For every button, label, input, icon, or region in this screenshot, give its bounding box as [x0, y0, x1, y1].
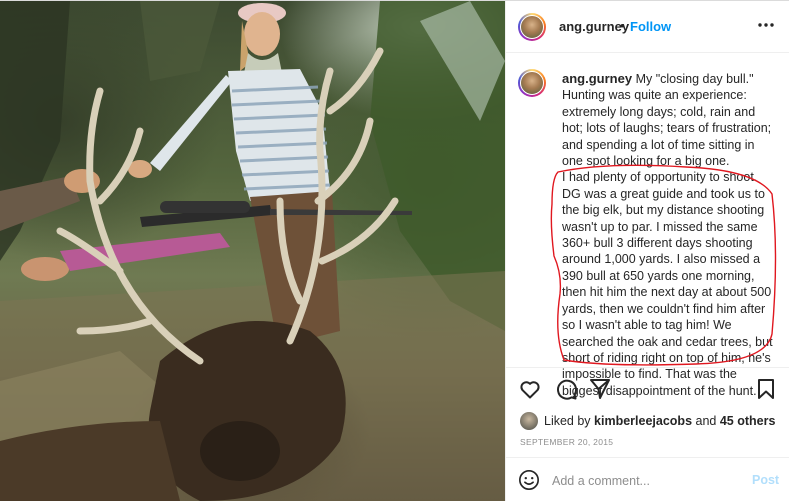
caption-username[interactable]: ang.gurney [562, 71, 632, 86]
instagram-post-window: ang.gurney • Follow ang.gurney My "closi… [0, 0, 789, 501]
liker-avatar[interactable] [520, 412, 538, 430]
caption-avatar[interactable] [518, 69, 546, 97]
likes-and: and [695, 414, 717, 428]
post-date[interactable]: SEPTEMBER 20, 2015 [520, 437, 613, 447]
header-username[interactable]: ang.gurney [559, 19, 629, 34]
bookmark-icon[interactable] [754, 377, 778, 401]
post-photo[interactable] [0, 1, 505, 501]
likes-text: Liked by kimberleejacobs and 45 others [544, 414, 775, 428]
comment-input[interactable] [552, 472, 732, 490]
emoji-icon[interactable] [518, 469, 540, 491]
caption-text: ang.gurney My "closing day bull." Huntin… [562, 71, 774, 399]
follow-button[interactable]: Follow [630, 19, 671, 34]
heart-icon[interactable] [518, 377, 542, 401]
hunting-photo-illustration [0, 1, 505, 501]
avatar[interactable] [518, 13, 546, 41]
comment-icon[interactable] [554, 377, 578, 401]
action-bar [506, 369, 789, 409]
caption-body-1: My "closing day bull." Hunting was quite… [562, 72, 772, 169]
likes-row: Liked by kimberleejacobs and 45 others [520, 411, 780, 431]
caption-body-2: I had plenty of opportunity to shoot. DG… [562, 170, 773, 398]
more-horizontal-icon[interactable] [756, 15, 776, 35]
post-side-panel: ang.gurney • Follow ang.gurney My "closi… [505, 1, 789, 501]
post-header: ang.gurney • Follow [506, 1, 789, 53]
likes-others[interactable]: 45 others [720, 414, 776, 428]
caption-paragraph-2: I had plenty of opportunity to shoot. DG… [562, 169, 774, 399]
comment-box: Post [506, 457, 789, 501]
share-icon[interactable] [588, 377, 612, 401]
likes-prefix: Liked by [544, 414, 591, 428]
liker-username[interactable]: kimberleejacobs [594, 414, 692, 428]
caption-section: ang.gurney My "closing day bull." Huntin… [506, 53, 789, 398]
post-button[interactable]: Post [752, 473, 779, 487]
caption-paragraph-1: ang.gurney My "closing day bull." Huntin… [562, 71, 774, 169]
separator-dot: • [620, 18, 625, 33]
